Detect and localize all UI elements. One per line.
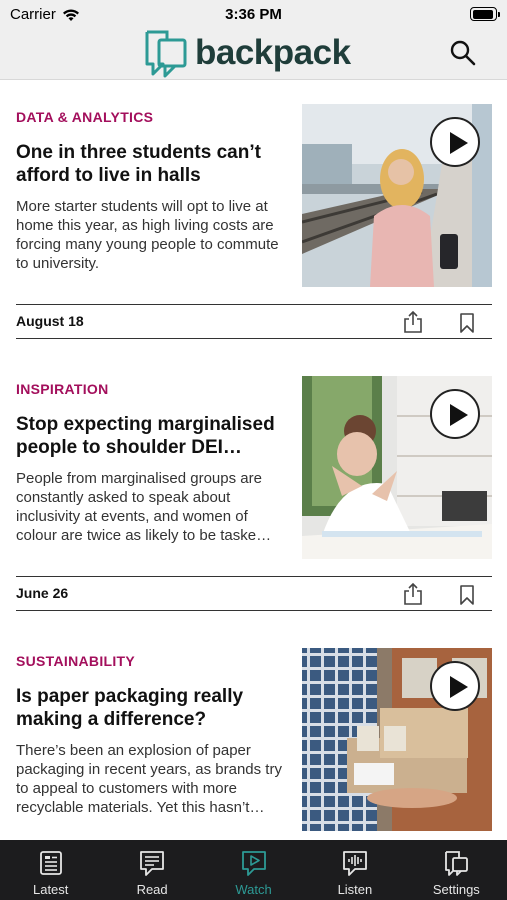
article-thumbnail-paper-packaging[interactable]	[302, 648, 492, 831]
article-date: June 26	[16, 585, 69, 601]
article-category[interactable]: INSPIRATION	[16, 381, 109, 397]
tab-settings[interactable]: Settings	[406, 840, 507, 900]
settings-chat-icon	[445, 851, 469, 876]
tab-watch[interactable]: Watch	[203, 840, 304, 900]
tab-latest[interactable]: Latest	[0, 840, 101, 900]
article-footer: June 26	[16, 576, 492, 611]
play-video-button[interactable]	[430, 389, 480, 439]
article-card[interactable]: SUSTAINABILITY Is paper packaging really…	[0, 624, 507, 840]
backpack-logo[interactable]: backpack	[145, 28, 351, 80]
newspaper-icon	[39, 851, 62, 875]
share-icon[interactable]	[402, 310, 424, 334]
article-summary: People from marginalised groups are cons…	[16, 470, 272, 544]
app-header: backpack	[0, 28, 507, 80]
battery-level	[472, 9, 494, 19]
tab-label: Listen	[337, 882, 373, 897]
tab-label: Latest	[32, 882, 69, 897]
article-chat-icon	[140, 851, 165, 876]
tab-read[interactable]: Read	[101, 840, 202, 900]
battery-icon	[470, 7, 500, 21]
article-card[interactable]: INSPIRATION Stop expecting marginalised …	[0, 352, 507, 624]
play-video-button[interactable]	[430, 661, 480, 711]
video-chat-icon	[241, 851, 266, 876]
bookmark-icon[interactable]	[458, 584, 476, 606]
search-icon[interactable]	[449, 39, 477, 67]
article-title[interactable]: Is paper packaging really making a diffe…	[16, 685, 291, 731]
article-category[interactable]: SUSTAINABILITY	[16, 653, 135, 669]
status-bar: Carrier 3:36 PM	[0, 0, 507, 28]
backpack-logo-icon	[145, 30, 187, 78]
share-icon[interactable]	[402, 582, 424, 606]
article-summary: More starter students will opt to live a…	[16, 198, 279, 272]
play-video-button[interactable]	[430, 117, 480, 167]
status-time: 3:36 PM	[225, 6, 282, 23]
article-thumbnail-train-platform[interactable]	[302, 104, 492, 287]
article-date: August 18	[16, 313, 84, 329]
logo-text: backpack	[195, 33, 351, 72]
article-card[interactable]: DATA & ANALYTICS One in three students c…	[0, 80, 507, 352]
article-category[interactable]: DATA & ANALYTICS	[16, 109, 153, 125]
bottom-tab-bar: Latest Read Watch Listen Settings	[0, 840, 507, 900]
article-title[interactable]: Stop expecting marginalised people to sh…	[16, 413, 291, 459]
audio-wave-chat-icon	[343, 851, 367, 876]
article-feed[interactable]: DATA & ANALYTICS One in three students c…	[0, 80, 507, 840]
article-title[interactable]: One in three students can’t afford to li…	[16, 141, 291, 187]
tab-label: Settings	[432, 882, 480, 897]
article-footer: August 18	[16, 304, 492, 339]
tab-label: Watch	[235, 882, 272, 897]
article-thumbnail-stressed-woman[interactable]	[302, 376, 492, 559]
article-summary: There’s been an explosion of paper packa…	[16, 742, 282, 816]
bookmark-icon[interactable]	[458, 312, 476, 334]
tab-label: Read	[136, 882, 168, 897]
tab-listen[interactable]: Listen	[304, 840, 405, 900]
